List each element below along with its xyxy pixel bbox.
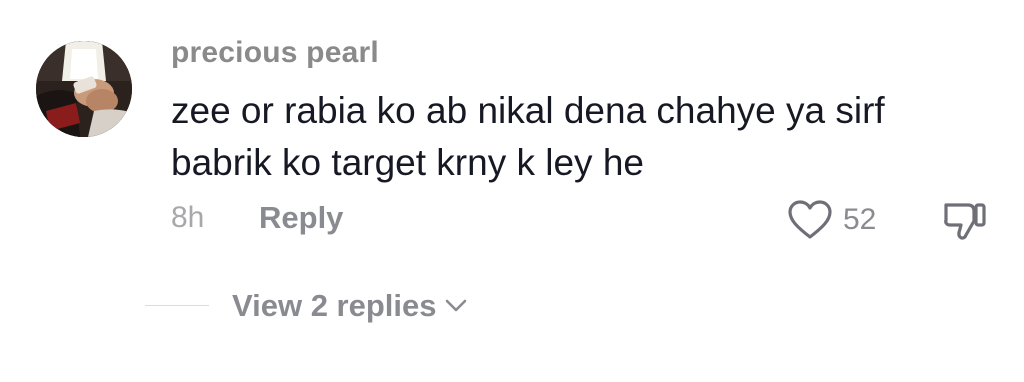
thumbs-down-outline-icon[interactable] (940, 197, 988, 245)
comment-timestamp: 8h (171, 201, 205, 234)
comment-text-line: zee or rabia ko ab nikal dena chahye ya … (171, 90, 885, 131)
like-count: 52 (843, 203, 877, 236)
view-replies-label: View 2 replies (232, 288, 437, 323)
reply-button[interactable]: Reply (259, 200, 343, 236)
view-replies-button[interactable]: View 2 replies (232, 288, 467, 324)
chevron-down-icon (445, 299, 466, 312)
comment-username[interactable]: precious pearl (171, 36, 379, 70)
avatar-photo (36, 41, 132, 137)
like-button[interactable]: 52 (787, 197, 876, 243)
comment-text-line: babrik ko target krny k ley he (171, 142, 644, 183)
comment-item: precious pearl zee or rabia ko ab nikal … (0, 0, 1024, 382)
replies-divider (145, 305, 209, 306)
comment-text: zee or rabia ko ab nikal dena chahye ya … (171, 85, 991, 189)
heart-outline-icon[interactable] (787, 199, 833, 241)
avatar[interactable] (36, 41, 132, 137)
